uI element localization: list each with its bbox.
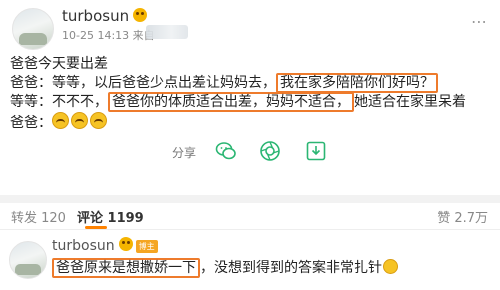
weibo-post: turbosun 10-25 14:13 来自 ⋯ 爸爸今天要出差 爸爸：等等，… xyxy=(0,0,500,200)
author-username[interactable]: turbosun xyxy=(62,7,129,25)
moments-icon[interactable] xyxy=(259,140,281,162)
share-bar: 分享 xyxy=(0,140,500,164)
post-tabs: 转发 120 评论 1199 赞 2.7万 xyxy=(0,203,500,230)
rolling-eyes-emoji-icon xyxy=(52,112,69,129)
post-timestamp: 10-25 14:13 来自 xyxy=(62,29,155,42)
highlight-box-3: 爸爸原来是想撒娇一下 xyxy=(52,258,200,278)
save-image-icon[interactable] xyxy=(305,140,327,162)
highlight-box-2: 爸爸你的体质适合出差，妈妈不适合， xyxy=(108,92,354,112)
highlight-box-1: 我在家多陪陪你们好吗？ xyxy=(276,73,438,93)
post-line-3-tail: 她适合在家里呆着 xyxy=(354,94,466,110)
commenter-username[interactable]: turbosun xyxy=(52,238,115,254)
author-badge: 博主 xyxy=(135,240,158,253)
post-line-2-text: 爸爸：等等，以后爸爸少点出差让妈妈去， xyxy=(10,75,276,91)
comment-text-rest: ，没想到得到的答案非常扎针 xyxy=(200,260,382,276)
post-line-3: 等等：不不不， 爸爸你的体质适合出差，妈妈不适合， 她适合在家里呆着 xyxy=(10,92,466,112)
wechat-icon[interactable] xyxy=(215,140,237,162)
post-line-4-text: 爸爸： xyxy=(10,115,52,131)
tab-likes[interactable]: 赞 2.7万 xyxy=(437,207,488,226)
tab-repost[interactable]: 转发 120 xyxy=(11,207,66,226)
commenter-avatar[interactable] xyxy=(9,241,47,279)
post-line-1: 爸爸今天要出差 xyxy=(10,56,108,72)
comment-item: turbosun 博主 爸爸原来是想撒娇一下 ，没想到得到的答案非常扎针 xyxy=(0,232,500,290)
rolling-eyes-emoji-icon xyxy=(71,112,88,129)
active-tab-indicator xyxy=(85,226,107,229)
post-line-2: 爸爸：等等，以后爸爸少点出差让妈妈去， 我在家多陪陪你们好吗？ xyxy=(10,73,466,93)
more-options-icon[interactable]: ⋯ xyxy=(471,12,487,31)
author-name-row[interactable]: turbosun xyxy=(62,7,148,25)
section-divider xyxy=(0,195,500,203)
tab-comments[interactable]: 评论 1199 xyxy=(77,207,144,226)
post-body: 爸爸今天要出差 爸爸：等等，以后爸爸少点出差让妈妈去， 我在家多陪陪你们好吗？ 等… xyxy=(10,55,466,131)
emoji-badge-icon xyxy=(133,8,148,22)
comment-text: 爸爸原来是想撒娇一下 ，没想到得到的答案非常扎针 xyxy=(52,257,398,278)
author-avatar[interactable] xyxy=(12,8,54,50)
rolling-eyes-emoji-icon xyxy=(90,112,107,129)
emoji-badge-icon xyxy=(118,237,133,251)
post-line-4: 爸爸： xyxy=(10,112,466,131)
wink-emoji-icon xyxy=(383,259,398,274)
blurred-source xyxy=(146,25,188,39)
share-label: 分享 xyxy=(172,146,197,160)
commenter-name-row: turbosun 博主 xyxy=(52,237,158,254)
post-line-3-text: 等等：不不不， xyxy=(10,94,108,110)
